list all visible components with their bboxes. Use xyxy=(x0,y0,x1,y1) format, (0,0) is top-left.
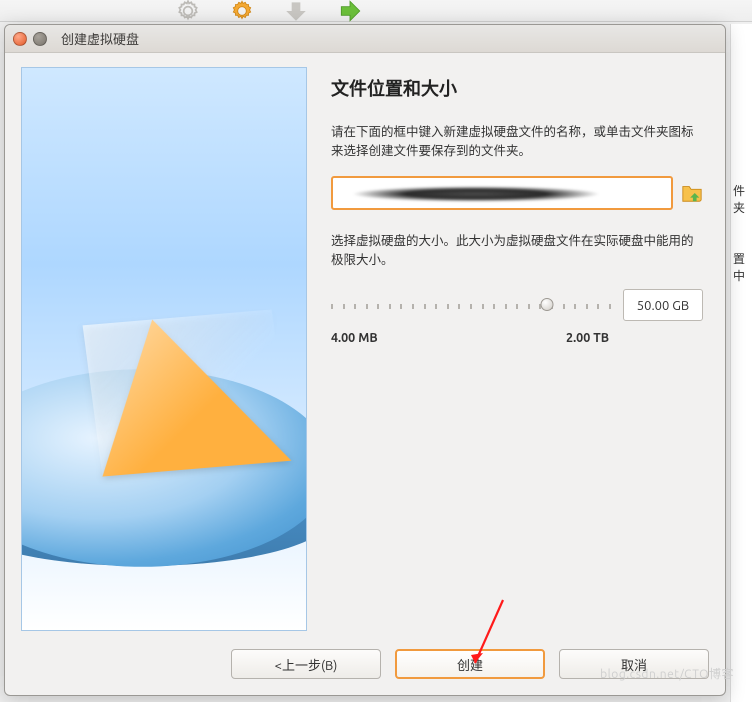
page-heading: 文件位置和大小 xyxy=(331,75,703,101)
wizard-illustration xyxy=(21,67,307,631)
window-close-button[interactable] xyxy=(13,32,27,46)
size-slider-row: 50.00 GB xyxy=(331,289,703,321)
background-panel-edge: 件夹 置中 xyxy=(730,24,752,702)
gear-outline-icon xyxy=(175,0,201,24)
slider-thumb[interactable] xyxy=(540,298,553,311)
back-button[interactable]: <上一步(B) xyxy=(231,649,381,679)
size-max-label: 2.00 TB xyxy=(566,331,609,345)
file-path-input[interactable] xyxy=(331,176,673,210)
description-2: 选择虚拟硬盘的大小。此大小为虚拟硬盘文件在实际硬盘中能用的极限大小。 xyxy=(331,232,703,271)
toolbar-icons xyxy=(175,0,363,24)
window-minimize-button[interactable] xyxy=(33,32,47,46)
watermark: blog.csdn.net/CTO博客 xyxy=(600,665,734,682)
form-area: 文件位置和大小 请在下面的框中键入新建虚拟硬盘文件的名称，或单击文件夹图标来选择… xyxy=(325,67,709,639)
gear-solid-icon xyxy=(229,0,255,24)
redacted-text xyxy=(351,186,601,202)
titlebar[interactable]: 创建虚拟硬盘 xyxy=(5,25,725,53)
arrow-right-icon xyxy=(337,0,363,24)
window-title: 创建虚拟硬盘 xyxy=(61,29,139,48)
size-value-input[interactable]: 50.00 GB xyxy=(623,289,703,321)
size-min-label: 4.00 MB xyxy=(331,331,378,345)
dialog-content: 文件位置和大小 请在下面的框中键入新建虚拟硬盘文件的名称，或单击文件夹图标来选择… xyxy=(5,53,725,639)
description-1: 请在下面的框中键入新建虚拟硬盘文件的名称，或单击文件夹图标来选择创建文件要保存到… xyxy=(331,123,703,162)
size-slider[interactable] xyxy=(331,295,611,315)
create-button[interactable]: 创建 xyxy=(395,649,545,679)
folder-icon xyxy=(681,183,703,203)
background-toolbar xyxy=(0,0,752,22)
create-virtual-disk-dialog: 创建虚拟硬盘 文件位置和大小 请在下面的框中键入新建虚拟硬盘文件的名称，或单击文… xyxy=(4,24,726,696)
browse-folder-button[interactable] xyxy=(681,183,703,203)
arrow-down-icon xyxy=(283,0,309,24)
